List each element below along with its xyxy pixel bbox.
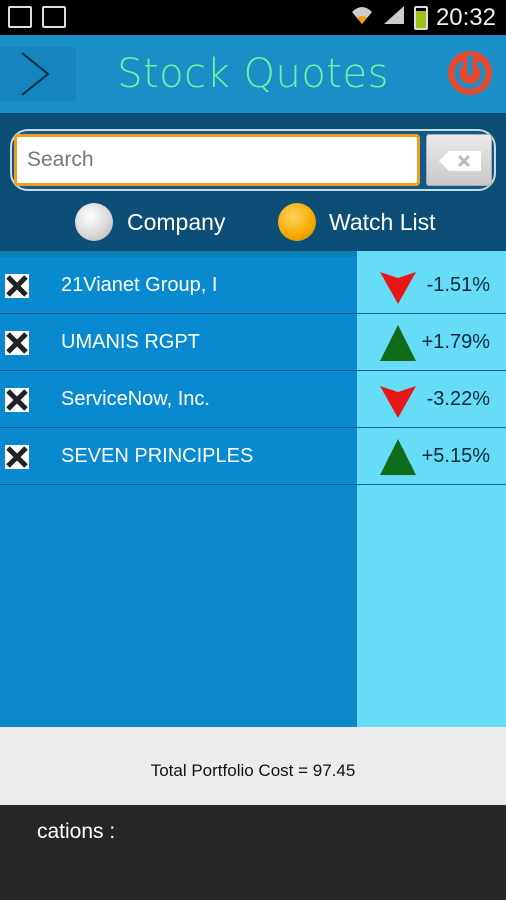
- power-icon: [448, 51, 492, 95]
- page-title: Stock Quotes: [117, 51, 389, 97]
- list-item[interactable]: ServiceNow, Inc. -3.22%: [0, 371, 506, 428]
- stock-list: 21Vianet Group, I -1.51% UMANIS RGPT +1.…: [0, 251, 506, 727]
- list-item[interactable]: SEVEN PRINCIPLES +5.15%: [0, 428, 506, 485]
- company-label[interactable]: Company: [127, 209, 225, 236]
- clock: 20:32: [435, 3, 496, 31]
- remove-icon[interactable]: [5, 388, 29, 412]
- sd-card-icon: [8, 6, 32, 28]
- portfolio-total: Total Portfolio Cost = 97.45: [150, 761, 356, 780]
- wifi-icon: [350, 4, 374, 32]
- remove-icon[interactable]: [5, 445, 29, 469]
- power-button[interactable]: [446, 49, 494, 97]
- stock-change: +1.79%: [421, 331, 490, 353]
- search-box: [10, 129, 496, 191]
- app-header: Stock Quotes: [0, 35, 506, 113]
- clear-search-button[interactable]: [426, 134, 492, 186]
- company-radio[interactable]: [75, 203, 113, 241]
- notifications-label: cations :: [37, 820, 116, 843]
- search-input[interactable]: [14, 134, 420, 186]
- bottom-panel: cations :: [0, 805, 506, 900]
- trend-down-icon: [380, 272, 416, 304]
- search-panel: Company Watch List: [0, 113, 506, 251]
- trend-up-icon: [380, 439, 416, 475]
- watch-list-radio[interactable]: [278, 203, 316, 241]
- stock-name: 21Vianet Group, I: [61, 274, 218, 296]
- stock-name: SEVEN PRINCIPLES: [61, 445, 254, 467]
- status-bar: 20:32: [0, 0, 506, 35]
- stock-change: +5.15%: [421, 445, 490, 467]
- backspace-icon: [439, 151, 481, 171]
- remove-icon[interactable]: [5, 274, 29, 298]
- stock-name: UMANIS RGPT: [61, 331, 200, 353]
- list-item[interactable]: UMANIS RGPT +1.79%: [0, 314, 506, 371]
- stock-change: -3.22%: [426, 388, 490, 410]
- stock-name: ServiceNow, Inc.: [61, 388, 210, 410]
- filter-options: Company Watch List: [0, 201, 506, 245]
- list-item[interactable]: 21Vianet Group, I -1.51%: [0, 257, 506, 314]
- watch-list-label[interactable]: Watch List: [329, 209, 436, 236]
- trend-down-icon: [380, 386, 416, 418]
- trend-up-icon: [380, 325, 416, 361]
- battery-charging-icon: [413, 5, 428, 30]
- stock-change: -1.51%: [426, 274, 490, 296]
- remove-icon[interactable]: [5, 331, 29, 355]
- portfolio-total-bar: Total Portfolio Cost = 97.45: [0, 727, 506, 805]
- image-icon: [42, 6, 66, 28]
- signal-icon: [382, 4, 406, 32]
